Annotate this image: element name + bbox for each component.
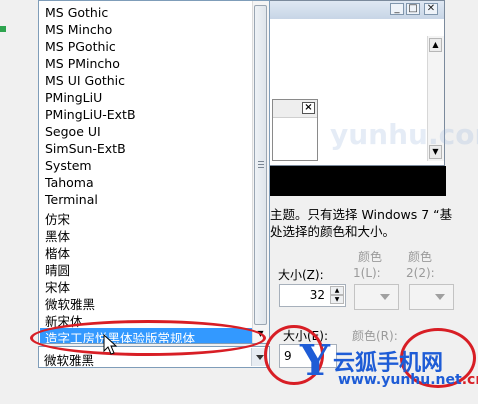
font-option[interactable]: MS Mincho <box>45 22 112 37</box>
mouse-pointer-icon <box>103 334 117 355</box>
spin-up-icon[interactable]: ▲ <box>330 286 344 295</box>
close-icon: ✕ <box>424 3 438 15</box>
font-option[interactable]: System <box>45 158 92 173</box>
chevron-down-icon <box>380 294 390 300</box>
annotation-ellipse-font <box>30 320 266 356</box>
message-box-titlebar: × <box>273 100 317 118</box>
font-option[interactable]: Terminal <box>45 192 98 207</box>
grip-line <box>258 164 264 165</box>
font-dropdown-list[interactable]: MS Gothic MS Mincho MS PGothic MS PMinch… <box>38 0 270 344</box>
maximize-icon: □ <box>406 3 420 15</box>
font-option[interactable]: MS PMincho <box>45 56 120 71</box>
grip-line <box>258 161 264 162</box>
watermark-logo: Y <box>300 336 330 385</box>
item-size-value: 32 <box>309 288 325 302</box>
color2-dropdown[interactable] <box>409 284 454 310</box>
font-option[interactable]: SimSun-ExtB <box>45 141 126 156</box>
scroll-up-icon: ▲ <box>429 38 442 52</box>
preview-titlebar: _ □ ✕ <box>251 1 444 19</box>
left-edge <box>0 0 38 404</box>
item-size-label: 大小(Z): <box>278 268 324 282</box>
chevron-down-icon <box>435 294 445 300</box>
preview-dark-bar <box>266 166 446 196</box>
chevron-down-icon <box>256 355 264 360</box>
color1-dropdown[interactable] <box>354 284 399 310</box>
font-option[interactable]: PMingLiU-ExtB <box>45 107 136 122</box>
spinner-buttons[interactable]: ▲ ▼ <box>330 286 344 305</box>
font-option[interactable]: Tahoma <box>45 175 94 190</box>
spin-down-icon[interactable]: ▼ <box>330 295 344 304</box>
color2-label-b: 2(2): <box>406 266 435 280</box>
font-option[interactable]: PMingLiU <box>45 90 102 105</box>
font-option[interactable]: MS Gothic <box>45 5 108 20</box>
watermark-url: www.yunhu.net.cn <box>338 372 478 388</box>
close-icon: × <box>302 102 315 114</box>
grip-line <box>258 167 264 168</box>
color2-label-a: 颜色 <box>408 250 433 264</box>
minimize-icon: _ <box>390 3 404 15</box>
font-option[interactable]: MS PGothic <box>45 39 116 54</box>
font-option[interactable]: MS UI Gothic <box>45 73 125 88</box>
color1-label-b: 1(L): <box>353 266 381 280</box>
item-size-spinner[interactable]: 32 ▲ ▼ <box>279 284 346 307</box>
description-line-2: 处选择的颜色和大小。 <box>270 224 396 239</box>
color1-label-a: 颜色 <box>358 250 383 264</box>
font-color-label: 颜色(R): <box>352 329 398 343</box>
scroll-thumb[interactable] <box>254 5 267 325</box>
preview-message-box: × <box>272 99 318 161</box>
watermark-faint: yunhu.com <box>330 118 478 151</box>
left-marker <box>0 26 6 32</box>
font-option[interactable]: Segoe UI <box>45 124 101 139</box>
watermark-url-suffix: .cn <box>461 372 478 388</box>
font-list-scrollbar[interactable]: ▼ <box>252 1 269 343</box>
watermark-url-main: www.yunhu.net <box>338 372 462 388</box>
